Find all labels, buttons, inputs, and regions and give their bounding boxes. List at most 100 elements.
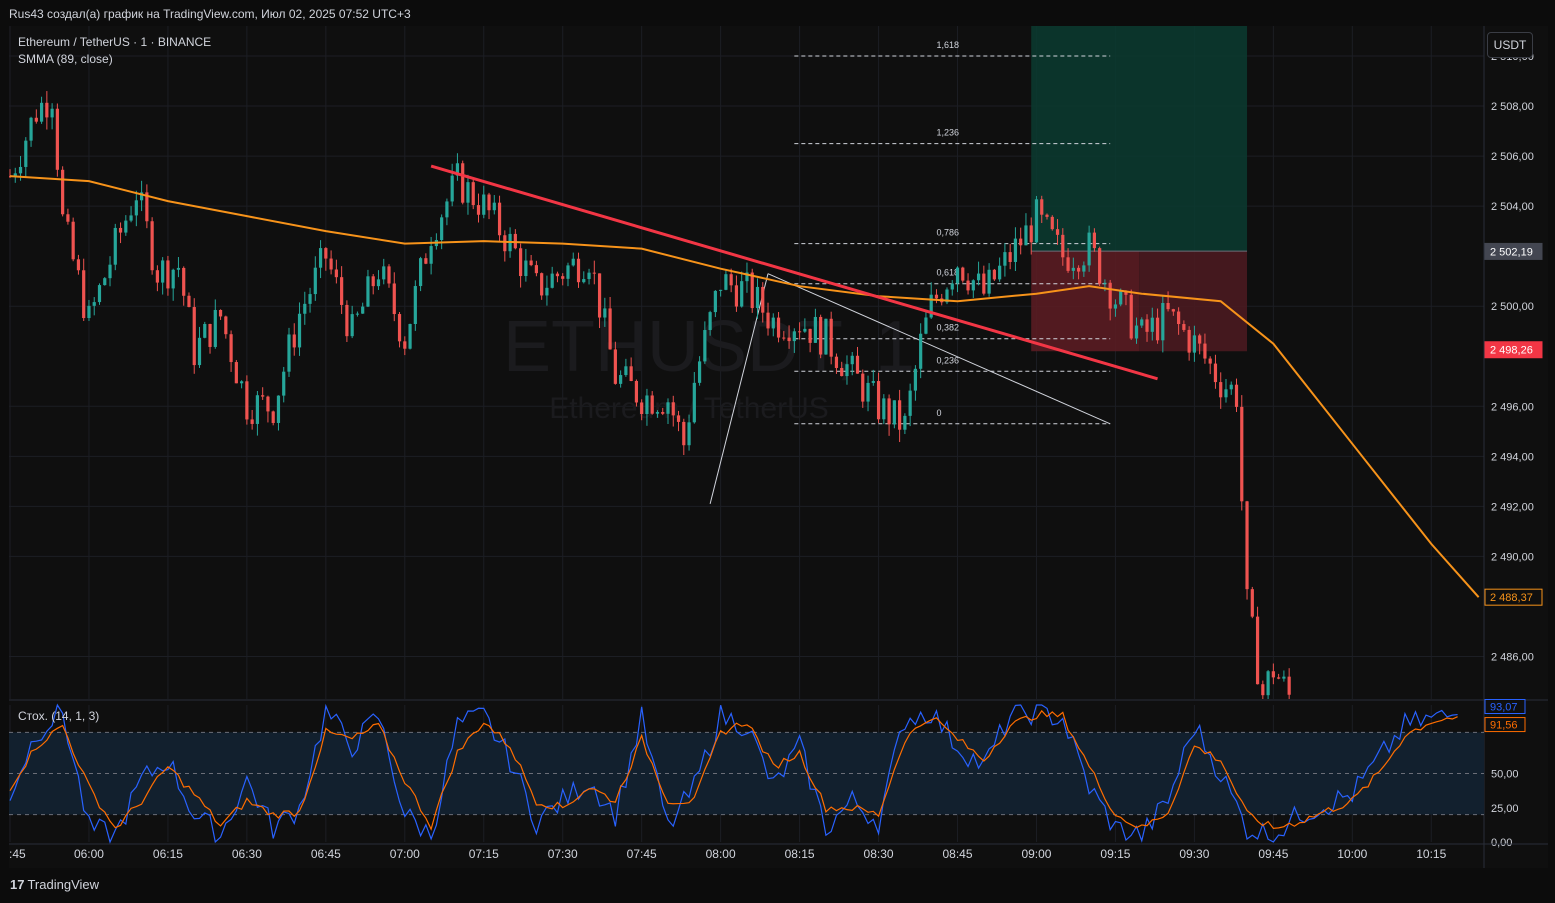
candle-body [1250, 589, 1254, 617]
candle-body [245, 381, 249, 420]
candle-body [345, 304, 349, 337]
candle-body [118, 227, 123, 233]
candle-body [1071, 267, 1075, 271]
candle-body [1055, 229, 1060, 235]
candle-body [976, 273, 981, 281]
candle-body [803, 328, 807, 332]
candle-body [1192, 335, 1196, 353]
price-tick-label: 2 496,00 [1491, 401, 1534, 413]
candle-body [613, 349, 617, 384]
candle-body [1008, 252, 1012, 262]
candle-body [555, 273, 560, 277]
candle-body [608, 308, 612, 350]
candle-body [1087, 232, 1091, 266]
candle-body [571, 258, 575, 266]
candle-body [503, 235, 507, 252]
time-tick-label: 07:45 [627, 847, 657, 861]
symbol-legend[interactable]: Ethereum / TetherUS · 1 · BINANCE [18, 35, 211, 49]
candle-body [1003, 252, 1007, 266]
time-tick-label: 06:00 [74, 847, 104, 861]
time-tick-label: 06:15 [153, 847, 183, 861]
candle-body [82, 270, 86, 319]
stoch-legend[interactable]: Стох. (14, 1, 3) [18, 709, 99, 723]
candle-body [676, 415, 681, 422]
candle-body [866, 382, 870, 402]
candle-body [18, 166, 23, 174]
candle-body [397, 314, 402, 342]
candle-body [1198, 335, 1202, 344]
candle-body [708, 312, 712, 331]
candle-body [782, 337, 786, 339]
candle-body [155, 270, 159, 283]
candle-body [992, 269, 996, 280]
candle-body [787, 337, 791, 342]
fib-level-label: 0,382 [936, 323, 959, 333]
candle-body [408, 323, 412, 349]
candle-body [692, 382, 696, 423]
price-tick-label: 2 486,00 [1491, 651, 1534, 663]
candle-body [297, 313, 302, 348]
candle-body [1024, 225, 1028, 246]
candle-body [913, 368, 918, 391]
candle-body [476, 205, 481, 215]
time-tick-label: 08:00 [706, 847, 736, 861]
price-chart[interactable]: ETHUSDT, 1Ethereum / TetherUS1,6181,2360… [9, 26, 1548, 868]
candle-body [313, 267, 317, 295]
candle-body [576, 258, 581, 283]
stoch-k-value: 93,07 [1490, 701, 1518, 713]
candle-body [329, 258, 333, 270]
candle-body [187, 295, 191, 308]
candle-body [466, 182, 470, 203]
candle-body [166, 260, 170, 289]
candle-body [1224, 389, 1228, 398]
candle-body [429, 246, 433, 264]
candle-body [1166, 302, 1170, 310]
candle-body [566, 265, 570, 279]
candle-body [519, 248, 523, 277]
candle-body [898, 400, 902, 430]
candle-body [61, 169, 65, 215]
candle-body [413, 286, 417, 324]
candle-body [324, 248, 328, 259]
candle-body [39, 102, 44, 122]
candle-body [1229, 384, 1233, 390]
time-tick-label: :45 [9, 847, 26, 861]
chart-frame[interactable]: ETHUSDT, 1 Ethereum / TetherUS 1,618 1,236 0… [9, 26, 1548, 868]
candle-body [124, 220, 128, 233]
candle-body [403, 341, 407, 349]
header-bar: Rus43 создал(а) график на TradingView.co… [0, 0, 1555, 26]
candle-body [871, 381, 875, 383]
candle-body [661, 412, 665, 414]
candle-body [424, 258, 428, 264]
candle-body [1040, 199, 1044, 215]
candle-body [876, 381, 881, 420]
candle-body [1029, 225, 1033, 243]
candle-body [1219, 382, 1223, 398]
time-tick-label: 07:30 [548, 847, 578, 861]
candle-body [1019, 238, 1023, 246]
candle-body [1161, 302, 1165, 341]
candle-body [1213, 363, 1218, 383]
candle-body [134, 200, 138, 216]
candle-body [371, 276, 375, 287]
candle-body [987, 269, 991, 294]
candle-body [497, 202, 502, 236]
candle-body [540, 273, 544, 296]
candle-body [666, 402, 670, 414]
candle-body [1271, 671, 1275, 678]
candle-body [619, 375, 623, 384]
tradingview-logo[interactable]: 17 TradingView [10, 877, 99, 892]
candle-body [192, 307, 196, 366]
candle-body [234, 362, 238, 384]
candle-body [924, 317, 928, 334]
currency-button[interactable]: USDT [1487, 32, 1533, 58]
candle-body [450, 175, 454, 202]
candle-body [45, 102, 49, 118]
candle-body [440, 217, 444, 241]
candle-body [597, 273, 602, 318]
candle-body [350, 314, 354, 337]
candle-body [1013, 238, 1018, 262]
candle-body [176, 267, 181, 270]
smma-legend[interactable]: SMMA (89, close) [18, 52, 113, 66]
price-tick-label: 2 506,00 [1491, 151, 1534, 163]
